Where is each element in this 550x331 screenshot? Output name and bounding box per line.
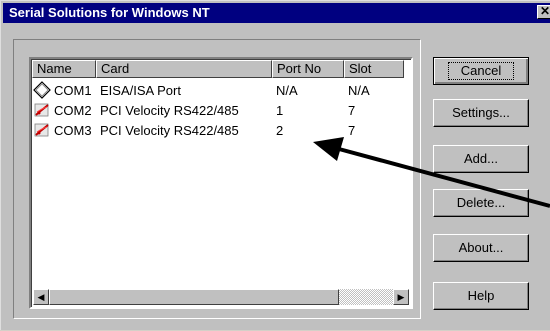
name-cell: COM3 xyxy=(32,121,96,139)
ports-list-view[interactable]: Name Card Port No Slot COM1 EISA/ISA Por… xyxy=(29,57,413,309)
port-no-cell: 2 xyxy=(276,122,284,138)
port-no-cell: 1 xyxy=(276,102,284,118)
about-button-label: About... xyxy=(458,240,504,255)
arrow-right-icon: ▶ xyxy=(397,292,405,302)
settings-button[interactable]: Settings... xyxy=(433,99,529,127)
help-button-label: Help xyxy=(467,288,495,303)
pci-card-icon xyxy=(33,121,51,139)
arrow-left-icon: ◀ xyxy=(37,292,45,302)
about-button[interactable]: About... xyxy=(433,234,529,262)
scroll-thumb[interactable] xyxy=(49,289,339,305)
slot-cell: 7 xyxy=(348,102,356,118)
column-header-name[interactable]: Name xyxy=(32,60,96,78)
scroll-right-button[interactable]: ▶ xyxy=(393,289,409,305)
list-item[interactable]: COM2 PCI Velocity RS422/485 1 7 xyxy=(32,100,411,120)
diamond-port-icon xyxy=(33,81,51,99)
card-cell: EISA/ISA Port xyxy=(100,82,181,98)
settings-button-label: Settings... xyxy=(452,105,510,120)
column-header-slot[interactable]: Slot xyxy=(344,60,404,78)
serial-solutions-window: Serial Solutions for Windows NT ✕ Name C… xyxy=(0,0,550,330)
column-header-port-no[interactable]: Port No xyxy=(272,60,344,78)
help-button[interactable]: Help xyxy=(433,282,529,310)
horizontal-scrollbar[interactable]: ◀ ▶ xyxy=(33,289,409,305)
add-button-label: Add... xyxy=(464,151,498,166)
port-name: COM1 xyxy=(54,82,92,98)
pci-card-icon xyxy=(33,101,51,119)
window-title: Serial Solutions for Windows NT xyxy=(9,5,210,20)
cancel-button[interactable]: Cancel xyxy=(433,57,529,85)
list-item[interactable]: COM1 EISA/ISA Port N/A N/A xyxy=(32,80,411,100)
port-name: COM3 xyxy=(54,122,92,138)
slot-cell: 7 xyxy=(348,122,356,138)
list-rows: COM1 EISA/ISA Port N/A N/A COM2 PCI Velo… xyxy=(32,80,411,140)
close-icon: ✕ xyxy=(539,4,550,18)
port-no-cell: N/A xyxy=(276,82,298,98)
delete-button-label: Delete... xyxy=(456,195,506,210)
add-button[interactable]: Add... xyxy=(433,145,529,173)
title-bar: Serial Solutions for Windows NT ✕ xyxy=(3,3,550,23)
scroll-left-button[interactable]: ◀ xyxy=(33,289,49,305)
card-cell: PCI Velocity RS422/485 xyxy=(100,102,239,118)
slot-cell: N/A xyxy=(348,82,370,98)
name-cell: COM1 xyxy=(32,81,96,99)
card-cell: PCI Velocity RS422/485 xyxy=(100,122,239,138)
column-header-card[interactable]: Card xyxy=(96,60,272,78)
list-header: Name Card Port No Slot xyxy=(32,60,411,78)
list-item[interactable]: COM3 PCI Velocity RS422/485 2 7 xyxy=(32,120,411,140)
delete-button[interactable]: Delete... xyxy=(433,189,529,217)
cancel-button-label: Cancel xyxy=(447,62,515,80)
port-name: COM2 xyxy=(54,102,92,118)
close-button[interactable]: ✕ xyxy=(537,5,550,19)
name-cell: COM2 xyxy=(32,101,96,119)
